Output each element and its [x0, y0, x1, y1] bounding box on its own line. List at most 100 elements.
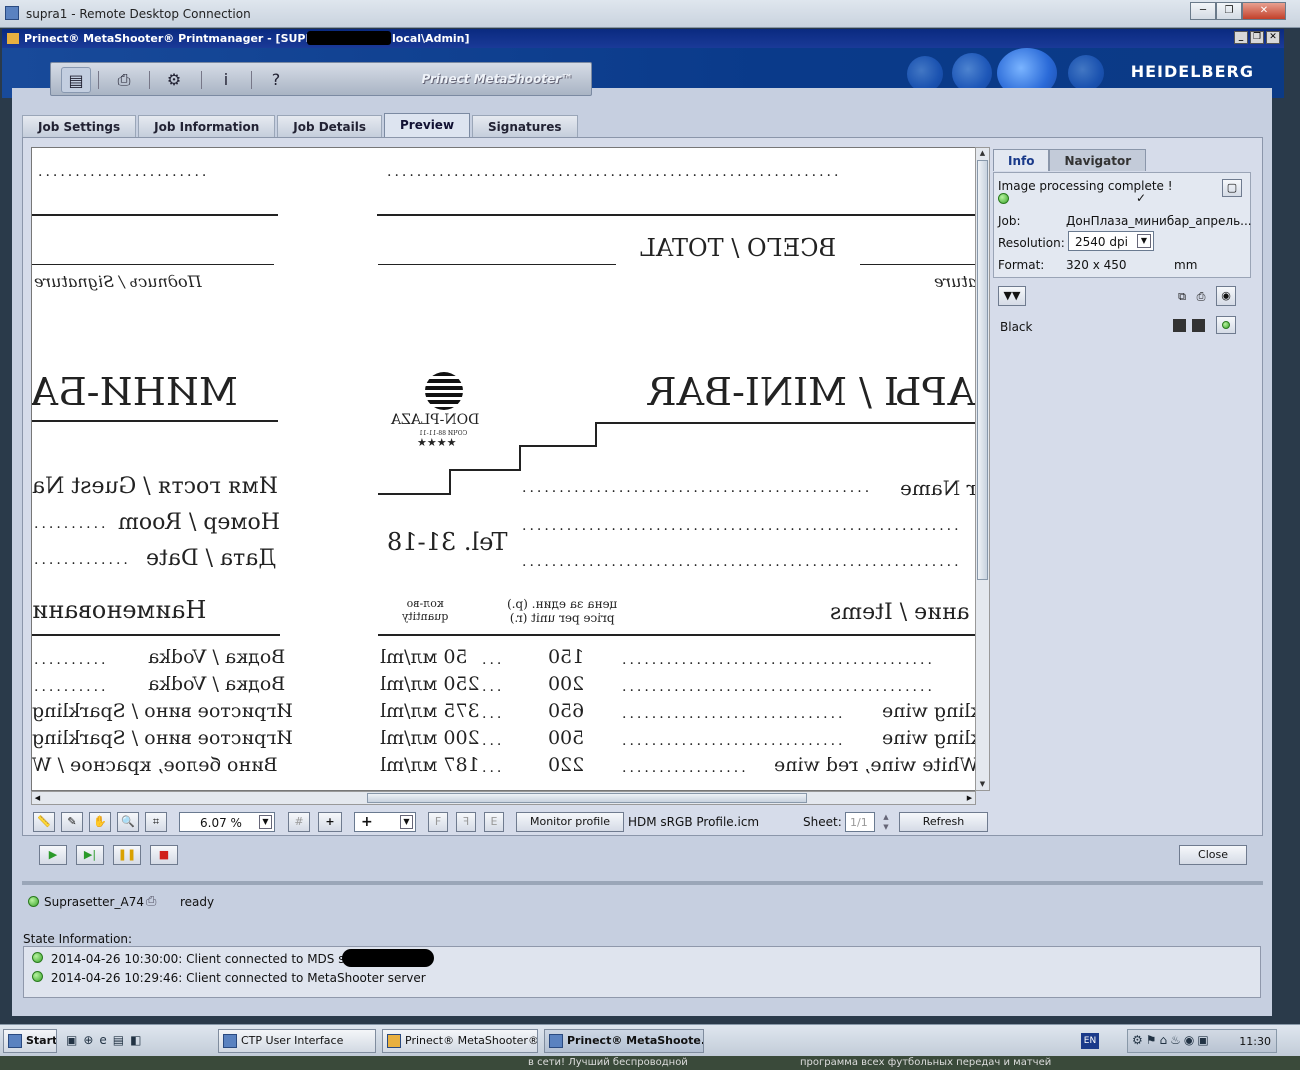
step-icon[interactable]: ▶|	[76, 845, 104, 865]
grid-icon[interactable]: #	[288, 812, 310, 832]
visible-toggle[interactable]	[1216, 316, 1236, 334]
signature-right: ature	[934, 272, 976, 291]
bg-text: программа всех футбольных передач и матч…	[800, 1057, 1052, 1068]
crop-icon[interactable]: ⌗	[145, 812, 167, 832]
maximize-preview-button[interactable]: ▢	[1222, 179, 1242, 197]
frame-icon[interactable]: F	[428, 812, 448, 832]
zoom-select[interactable]: 6.07 % ▼	[179, 812, 275, 832]
dotted-line: ........................................…	[522, 554, 962, 570]
resolution-value: 2540 dpi	[1075, 235, 1128, 249]
zoom-icon[interactable]: 🔍	[117, 812, 139, 832]
tab-navigator[interactable]: Navigator	[1049, 149, 1147, 171]
help-icon[interactable]: ?	[261, 67, 291, 93]
task-label: CTP User Interface	[241, 1034, 344, 1047]
main-toolbar: ▤ ⎙ ⚙ i ? Prinect MetaShooter™	[50, 62, 592, 96]
state-label: State Information:	[23, 932, 133, 946]
item-price: 650	[548, 700, 585, 722]
log-text: 2014-04-26 10:29:46: Client connected to…	[50, 971, 426, 985]
app-restore-button[interactable]: ❐	[1250, 31, 1264, 44]
separations-toggle-icon[interactable]: ▼▼	[998, 286, 1026, 306]
job-label: Job:	[998, 214, 1021, 228]
tab-preview[interactable]: Preview	[384, 113, 471, 137]
scroll-right-arrow[interactable]: ▶	[964, 792, 975, 804]
tab-info[interactable]: Info	[993, 149, 1050, 171]
minimize-button[interactable]: ─	[1190, 2, 1216, 20]
splitter[interactable]	[22, 881, 1263, 885]
rule-line	[32, 264, 274, 265]
zoom-value: 6.07 %	[200, 816, 242, 830]
eye-icon[interactable]: ◉	[1216, 286, 1236, 306]
dotted-line: ...	[482, 679, 505, 695]
monitor-profile-button[interactable]: Monitor profile	[516, 812, 624, 832]
chevron-down-icon[interactable]: ▼	[1137, 234, 1151, 248]
eyedropper-icon[interactable]: ✎	[61, 812, 83, 832]
bg-text: в сети! Лучший беспроводной	[528, 1057, 688, 1068]
app-title-bar: Prinect® MetaShooter® Printmanager - [SU…	[2, 29, 1284, 48]
output-icon[interactable]: ⎙	[109, 67, 139, 93]
settings-icon[interactable]: ⚙	[159, 67, 189, 93]
scroll-thumb[interactable]	[977, 160, 988, 580]
items-label-left: Наименовани	[32, 596, 207, 624]
quick-launch-icons[interactable]: ▣⊕e▤◧	[66, 1033, 147, 1047]
resolution-select[interactable]: 2540 dpi ▼	[1068, 231, 1154, 251]
close-button[interactable]: Close	[1179, 845, 1247, 865]
task-metashooter-1[interactable]: Prinect® MetaShooter®...	[382, 1029, 538, 1053]
app-minimize-button[interactable]: _	[1234, 31, 1248, 44]
sheet-stepper[interactable]: ▲ ▼	[879, 812, 893, 832]
rdp-title-bar: supra1 - Remote Desktop Connection ─ ❐ ✕	[0, 0, 1300, 28]
tab-signatures[interactable]: Signatures	[472, 115, 578, 137]
pause-icon[interactable]: ❚❚	[113, 845, 141, 865]
task-metashooter-2[interactable]: Prinect® MetaShoote...	[544, 1029, 704, 1053]
dotted-line: ........................................…	[522, 480, 873, 496]
tab-job-settings[interactable]: Job Settings	[22, 115, 137, 137]
chevron-down-icon[interactable]: ▼	[400, 815, 413, 829]
dotted-line: ........................................…	[622, 652, 935, 668]
tel-label: Tel. 31-18	[387, 528, 508, 556]
items-label-right: ание / Items	[830, 600, 970, 625]
frame-right-icon[interactable]: ꟻ	[456, 812, 476, 832]
qty-header: кол-во quantity	[402, 597, 448, 623]
scroll-left-arrow[interactable]: ◀	[32, 792, 43, 804]
vertical-scrollbar[interactable]: ▲ ▼	[975, 147, 990, 791]
status-ok-icon	[28, 896, 39, 907]
chevron-down-icon[interactable]: ▼	[259, 815, 272, 829]
dotted-line: ...	[482, 733, 505, 749]
scroll-thumb[interactable]	[367, 793, 807, 803]
printer-icon: ⎙	[146, 894, 157, 909]
hand-icon[interactable]: ✋	[89, 812, 111, 832]
tab-job-information[interactable]: Job Information	[138, 115, 276, 137]
price-header-ru: цена за един. (р.)	[507, 597, 618, 611]
language-indicator[interactable]: EN	[1081, 1033, 1099, 1049]
start-button[interactable]: Start	[3, 1029, 57, 1053]
restore-button[interactable]: ❐	[1216, 2, 1242, 20]
qty-header-ru: кол-во	[406, 597, 444, 610]
toolbar-divider	[98, 71, 99, 89]
swatch-black	[1173, 319, 1186, 332]
info-icon[interactable]: i	[211, 67, 241, 93]
composite-icon[interactable]: ⧉	[1173, 288, 1191, 306]
frame-bottom-icon[interactable]: E	[484, 812, 504, 832]
print-icon[interactable]: ⎙	[1192, 288, 1210, 306]
taskbar: Start ▣⊕e▤◧ CTP User Interface Prinect® …	[0, 1024, 1300, 1056]
dotted-line: ..........	[34, 679, 109, 695]
scroll-down-arrow[interactable]: ▼	[976, 779, 989, 790]
start-label: Start	[26, 1034, 57, 1047]
refresh-button[interactable]: Refresh	[899, 812, 988, 832]
horizontal-scrollbar[interactable]: ◀ ▶	[31, 791, 976, 805]
marker-select[interactable]: + ▼	[354, 812, 416, 832]
job-icon[interactable]: ▤	[61, 67, 91, 93]
ruler-icon[interactable]: 📏	[33, 812, 55, 832]
stop-icon[interactable]: ■	[150, 845, 178, 865]
play-icon[interactable]: ▶	[39, 845, 67, 865]
swatch-black-2	[1192, 319, 1205, 332]
close-window-button[interactable]: ✕	[1242, 2, 1286, 20]
tab-job-details[interactable]: Job Details	[277, 115, 383, 137]
task-ctp-ui[interactable]: CTP User Interface	[218, 1029, 376, 1053]
add-marker-button[interactable]: +	[318, 812, 342, 832]
preview-canvas[interactable]: ....................... ................…	[31, 147, 976, 791]
sheet-input[interactable]: 1/1	[845, 812, 875, 832]
scroll-up-arrow[interactable]: ▲	[976, 148, 989, 159]
task-label: Prinect® MetaShooter®...	[405, 1034, 538, 1047]
app-close-button[interactable]: ✕	[1266, 31, 1280, 44]
tray-icons[interactable]: ⚙⚑⌂♨◉▣	[1132, 1033, 1212, 1047]
